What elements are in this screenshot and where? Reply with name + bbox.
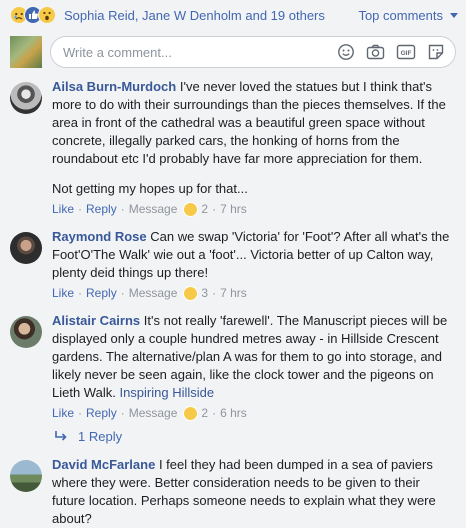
avatar[interactable] — [10, 36, 42, 68]
comment: Ailsa Burn-Murdoch I've never loved the … — [0, 78, 466, 218]
avatar[interactable] — [10, 82, 42, 114]
comment-text: Raymond Rose Can we swap 'Victoria' for … — [52, 228, 456, 282]
avatar[interactable] — [10, 460, 42, 492]
reply-arrow-icon — [54, 430, 68, 442]
like-button[interactable]: Like — [52, 284, 74, 302]
message-button[interactable]: Message — [129, 404, 178, 422]
message-button[interactable]: Message — [129, 284, 178, 302]
comment-author[interactable]: David McFarlane — [52, 457, 155, 472]
reaction-icons[interactable] — [10, 6, 56, 24]
wow-reaction-icon — [38, 6, 56, 24]
reply-button[interactable]: Reply — [86, 200, 117, 218]
avatar[interactable] — [10, 316, 42, 348]
comment-timestamp[interactable]: 6 hrs — [220, 404, 247, 422]
reaction-count[interactable]: 3 — [183, 284, 208, 302]
reactions-summary-bar: Sophia Reid, Jane W Denholm and 19 other… — [0, 0, 466, 30]
comment-author[interactable]: Alistair Cairns — [52, 313, 140, 328]
reactors-link[interactable]: Sophia Reid, Jane W Denholm and 19 other… — [64, 8, 325, 23]
comment-text: David McFarlane I feel they had been dum… — [52, 456, 456, 528]
camera-icon[interactable] — [366, 43, 385, 61]
comment-content-paragraph: Not getting my hopes up for that... — [52, 181, 248, 196]
reply-button[interactable]: Reply — [86, 404, 117, 422]
comment-timestamp[interactable]: 7 hrs — [220, 200, 247, 218]
sad-reaction-icon — [183, 405, 199, 421]
comment-actions: Like · Reply · Message 2 · 7 hrs — [52, 200, 247, 218]
comment-author[interactable]: Raymond Rose — [52, 229, 147, 244]
comment: Raymond Rose Can we swap 'Victoria' for … — [0, 228, 466, 302]
comment-sort-dropdown[interactable]: Top comments — [358, 8, 458, 23]
reply-button[interactable]: Reply — [86, 284, 117, 302]
emoji-icon[interactable] — [337, 43, 355, 61]
comment-timestamp[interactable]: 7 hrs — [220, 284, 247, 302]
sort-label: Top comments — [358, 7, 443, 23]
comment: David McFarlane I feel they had been dum… — [0, 456, 466, 528]
message-button[interactable]: Message — [129, 200, 178, 218]
sad-reaction-icon — [183, 285, 199, 301]
gif-label: GIF — [401, 50, 412, 57]
comment: Alistair Cairns It's not really 'farewel… — [0, 312, 466, 422]
comment-body: Raymond Rose Can we swap 'Victoria' for … — [52, 228, 456, 302]
comment-actions: Like · Reply · Message 3 · 7 hrs — [52, 284, 247, 302]
replies-count: 1 Reply — [78, 428, 123, 444]
reaction-count[interactable]: 2 — [183, 200, 208, 218]
comment-body: David McFarlane I feel they had been dum… — [52, 456, 456, 528]
tagged-page-link[interactable]: Inspiring Hillside — [119, 385, 214, 400]
comment-body: Alistair Cairns It's not really 'farewel… — [52, 312, 456, 422]
sad-reaction-icon — [183, 201, 199, 217]
sticker-icon[interactable] — [427, 43, 445, 61]
view-replies-link[interactable]: 1 Reply — [0, 422, 466, 450]
chevron-down-icon — [450, 12, 458, 18]
comment-text: Alistair Cairns It's not really 'farewel… — [52, 312, 456, 402]
avatar[interactable] — [10, 232, 42, 264]
reaction-count[interactable]: 2 — [183, 404, 208, 422]
like-button[interactable]: Like — [52, 200, 74, 218]
gif-icon[interactable]: GIF — [396, 43, 416, 61]
comment-actions: Like · Reply · Message 2 · 6 hrs — [52, 404, 247, 422]
comment-box[interactable]: GIF — [50, 36, 456, 68]
comment-body: Ailsa Burn-Murdoch I've never loved the … — [52, 78, 456, 218]
comment-composer: GIF — [0, 30, 466, 78]
comment-author[interactable]: Ailsa Burn-Murdoch — [52, 79, 176, 94]
composer-icons: GIF — [337, 43, 445, 61]
comment-input[interactable] — [61, 43, 337, 61]
comment-text: Ailsa Burn-Murdoch I've never loved the … — [52, 78, 456, 168]
like-button[interactable]: Like — [52, 404, 74, 422]
